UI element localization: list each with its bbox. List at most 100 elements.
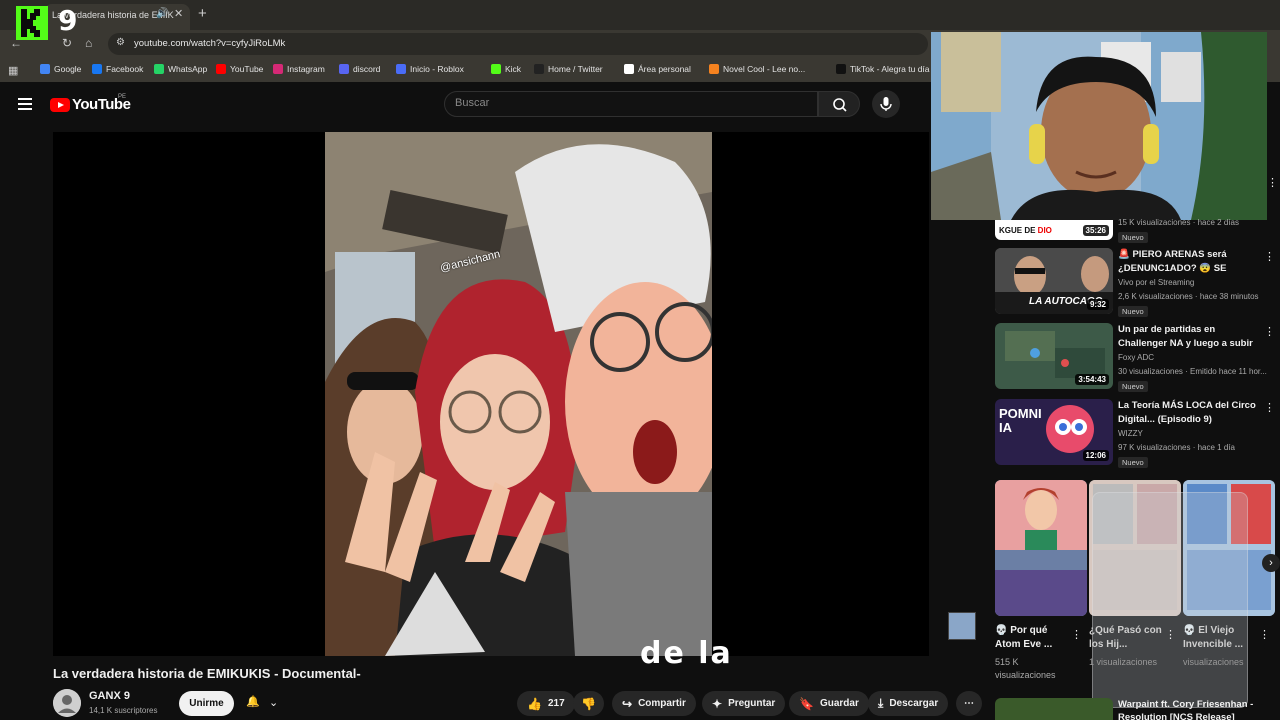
bookmark-item[interactable]: WhatsApp [154, 64, 207, 74]
url-text: youtube.com/watch?v=cyfyJiRoLMk [134, 38, 286, 49]
bookmark-label: Facebook [106, 64, 144, 74]
search-placeholder: Buscar [455, 97, 490, 109]
notification-bell-button[interactable]: 🔔 ⌄ [242, 692, 286, 716]
channel-avatar[interactable] [53, 689, 81, 717]
bookmark-item[interactable]: Home / Twitter [534, 64, 603, 74]
new-tab-button[interactable]: + [198, 5, 207, 22]
short-title: 💀 Por qué Atom Eve ... [995, 625, 1053, 650]
kebab-menu-icon[interactable]: ⋮ [1259, 628, 1270, 641]
webcam-overlay [931, 32, 1267, 220]
voice-search-button[interactable] [872, 90, 900, 118]
kebab-menu-icon[interactable]: ⋮ [1264, 250, 1275, 263]
video-title: La verdadera historia de EMIKUKIS - Docu… [53, 666, 361, 681]
bookmark-item[interactable]: TikTok - Alegra tu día [836, 64, 930, 74]
rec-channel: Vivo por el Streaming [1118, 278, 1195, 287]
sidebar-more-icon[interactable]: ⋮ [1267, 176, 1278, 189]
kebab-menu-icon[interactable]: ⋮ [1264, 325, 1275, 338]
recommendation-item[interactable]: POMNI IA 12:06 La Teoría MÁS LOCA del Ci… [995, 399, 1275, 471]
search-button[interactable] [818, 91, 860, 117]
bookmark-favicon-icon [624, 64, 634, 74]
rec-meta: 97 K visualizaciones · hace 1 día [1118, 443, 1235, 452]
download-button[interactable]: ⤓ Descargar [868, 691, 949, 716]
partial-rec-thumbnail[interactable]: KGUE DE DIO 35:26 [995, 220, 1113, 240]
short-views: visualizaciones [1183, 657, 1244, 667]
duration-badge: 35:26 [1082, 225, 1109, 236]
bookmark-item[interactable]: Google [40, 64, 81, 74]
bookmark-label: discord [353, 64, 381, 74]
bookmark-favicon-icon [491, 64, 501, 74]
kebab-menu-icon[interactable]: ⋮ [1071, 628, 1082, 641]
share-label: Compartir [638, 698, 686, 709]
audio-icon[interactable]: 🔊 [156, 8, 168, 19]
rec-thumbnail: 3:54:43 [995, 323, 1113, 389]
download-label: Descargar [889, 698, 939, 709]
new-badge: Nuevo [1118, 306, 1148, 317]
bookmark-item[interactable]: Novel Cool - Lee no... [709, 64, 805, 74]
sparkle-icon: ✦ [712, 696, 723, 711]
ask-label: Preguntar [728, 698, 776, 709]
bookmark-item[interactable]: Kick [491, 64, 521, 74]
new-badge: Nuevo [1118, 381, 1148, 392]
bookmark-item[interactable]: Área personal [624, 64, 691, 74]
save-button[interactable]: 🔖 Guardar [789, 691, 869, 716]
kebab-menu-icon[interactable]: ⋮ [1264, 401, 1275, 414]
menu-icon[interactable] [18, 98, 32, 110]
bookmark-favicon-icon [836, 64, 846, 74]
bookmark-favicon-icon [273, 64, 283, 74]
bookmark-label: Google [54, 64, 82, 74]
dislike-button[interactable]: 👎 [573, 691, 604, 716]
bookmark-favicon-icon [40, 64, 50, 74]
bookmark-label: TikTok - Alegra tu día [850, 64, 930, 74]
like-count: 217 [547, 698, 565, 709]
short-thumbnail[interactable] [995, 480, 1087, 616]
bookmark-item[interactable]: discord [339, 64, 380, 74]
video-frame[interactable] [325, 132, 712, 656]
youtube-play-icon [50, 97, 70, 112]
recommendation-item[interactable]: 3:54:43 Un par de partidas en Challenger… [995, 323, 1275, 395]
new-badge: Nuevo [1118, 232, 1148, 243]
short-views: 515 K visualizaciones [995, 657, 1056, 680]
thumbs-up-icon: 👍 [527, 696, 542, 711]
kick-logo [16, 6, 48, 40]
ask-button[interactable]: ✦ Preguntar [702, 691, 786, 716]
bookmark-item[interactable]: Instagram [273, 64, 325, 74]
bookmark-item[interactable]: YouTube [216, 64, 263, 74]
rec-title: Un par de partidas en Challenger NA y lu… [1118, 324, 1253, 349]
video-scene [325, 132, 712, 656]
bookmark-favicon-icon [154, 64, 164, 74]
reload-icon[interactable]: ↻ [62, 36, 72, 50]
bookmark-item[interactable]: Facebook [92, 64, 143, 74]
more-actions-button[interactable]: ⋯ [956, 691, 982, 716]
bookmark-favicon-icon [534, 64, 544, 74]
bookmark-favicon-icon [709, 64, 719, 74]
join-button[interactable]: Unirme [179, 691, 234, 716]
bookmark-item[interactable]: Inicio - Roblox [396, 64, 464, 74]
share-button[interactable]: ↪ Compartir [612, 691, 696, 716]
home-icon[interactable]: ⌂ [85, 36, 92, 50]
bookmark-label: WhatsApp [168, 64, 208, 74]
bookmark-icon: 🔖 [799, 696, 814, 711]
mic-icon [880, 97, 892, 111]
short-views: 1 visualizaciones [1089, 657, 1158, 667]
site-settings-icon[interactable]: ⚙ [116, 37, 125, 48]
like-button[interactable]: 👍 217 [517, 691, 575, 716]
duration-badge: 9:32 [1086, 299, 1109, 310]
rec-meta: 2,6 K visualizaciones · hace 38 minutos [1118, 292, 1259, 301]
kebab-menu-icon[interactable]: ⋮ [1165, 628, 1176, 641]
corner-thumbnail[interactable] [948, 612, 976, 640]
rec-thumbnail[interactable] [995, 698, 1113, 720]
channel-name[interactable]: GANX 9 [89, 690, 130, 702]
apps-icon[interactable]: ▦ [8, 64, 18, 77]
recommendation-item[interactable]: LA AUTOCAGO 9:32 🚨 PIERO ARENAS será ¿DE… [995, 248, 1275, 320]
new-badge: Nuevo [1118, 457, 1148, 468]
bookmark-label: Home / Twitter [548, 64, 603, 74]
close-tab-icon[interactable]: ✕ [174, 7, 183, 20]
chevron-down-icon: ⌄ [269, 697, 279, 709]
chevron-right-icon[interactable]: › [1262, 554, 1280, 572]
search-input[interactable] [444, 91, 818, 117]
download-icon: ⤓ [878, 696, 884, 710]
rec-title[interactable]: Warpaint ft. Cory Friesenhan - Resolutio… [1118, 698, 1268, 720]
glass-overlay [1092, 492, 1248, 708]
rec-thumbnail: POMNI IA 12:06 [995, 399, 1113, 465]
duration-badge: 12:06 [1082, 450, 1109, 461]
